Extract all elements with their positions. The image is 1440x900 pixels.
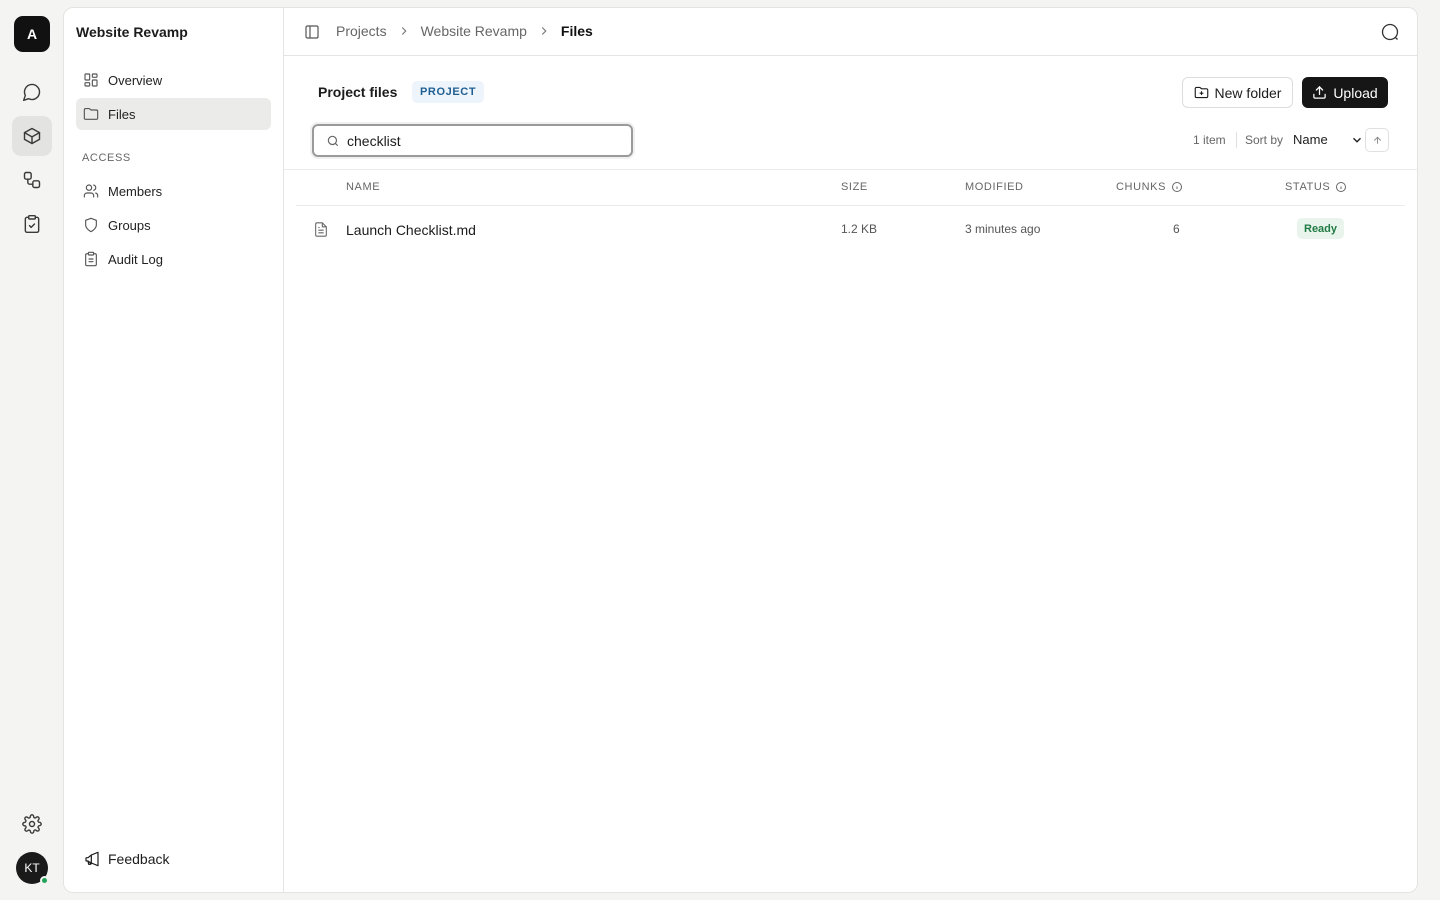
scope-badge: PROJECT [412, 81, 485, 103]
breadcrumb: Projects Website Revamp Files [336, 23, 593, 39]
project-title: Website Revamp [76, 24, 188, 40]
search-icon [327, 135, 339, 146]
sidebar-item-audit-log[interactable]: Audit Log [76, 243, 271, 275]
column-header-chunks[interactable]: CHUNKS [1116, 181, 1183, 193]
upload-label: Upload [1333, 84, 1378, 101]
folder-plus-icon [1194, 86, 1208, 99]
breadcrumb-projects[interactable]: Projects [336, 23, 387, 39]
sort-label: Sort by [1245, 133, 1284, 147]
clipboard-check-icon [24, 214, 40, 234]
file-modified: 3 minutes ago [965, 222, 1041, 236]
chevron-right-icon [401, 27, 407, 35]
new-folder-label: New folder [1214, 84, 1282, 101]
content-area: Projects Website Revamp Files Project fi… [284, 8, 1417, 892]
projects-nav-button[interactable] [12, 116, 52, 156]
chevron-down-icon [1352, 137, 1361, 143]
top-bar: Projects Website Revamp Files [284, 8, 1417, 56]
clipboard-icon [85, 251, 97, 267]
online-status-dot [40, 876, 49, 885]
icon-rail: A KT [0, 0, 64, 900]
main-panel: Website Revamp Overview Files ACCESS Mem… [63, 7, 1418, 893]
workspace-logo[interactable]: A [14, 16, 50, 52]
column-header-size[interactable]: SIZE [841, 181, 868, 193]
table-top-divider [284, 169, 1417, 170]
file-size: 1.2 KB [841, 222, 878, 236]
box-icon [23, 127, 41, 145]
gear-icon [22, 814, 42, 834]
sidebar-item-label: Audit Log [108, 251, 163, 267]
chat-nav-button[interactable] [12, 72, 52, 112]
megaphone-icon [85, 851, 99, 867]
chat-button[interactable] [1380, 22, 1400, 42]
search-input[interactable] [347, 132, 607, 149]
info-icon[interactable] [1335, 181, 1347, 193]
file-chunks: 6 [1173, 222, 1180, 236]
page-title: Project files [318, 84, 398, 100]
sort-select[interactable]: Name [1293, 132, 1364, 147]
search-field[interactable] [312, 124, 633, 157]
sidebar-item-label: Members [108, 183, 163, 199]
info-icon[interactable] [1171, 181, 1183, 193]
arrow-up-icon [1373, 136, 1381, 144]
message-icon [22, 83, 41, 102]
sort-direction-button[interactable] [1365, 128, 1389, 152]
status-badge: Ready [1297, 218, 1345, 239]
sidebar-item-overview[interactable]: Overview [76, 64, 271, 96]
project-sidebar: Website Revamp Overview Files ACCESS Mem… [64, 8, 284, 892]
sidebar-item-groups[interactable]: Groups [76, 209, 271, 241]
sort-value: Name [1293, 132, 1328, 147]
folder-icon [83, 108, 99, 120]
settings-button[interactable] [12, 804, 52, 844]
new-folder-button[interactable]: New folder [1182, 77, 1293, 108]
workflows-nav-button[interactable] [12, 160, 52, 200]
sidebar-item-label: Files [108, 106, 136, 122]
grid-icon [84, 73, 98, 87]
header-divider [296, 205, 1405, 206]
upload-icon [1313, 85, 1327, 99]
file-text-icon [313, 221, 329, 238]
breadcrumb-project[interactable]: Website Revamp [421, 23, 527, 39]
message-circle-icon [1381, 23, 1399, 41]
feedback-label: Feedback [108, 851, 170, 867]
feedback-button[interactable]: Feedback [84, 851, 169, 867]
toolbar-divider [1236, 132, 1237, 148]
column-header-status[interactable]: STATUS [1285, 181, 1347, 193]
tasks-nav-button[interactable] [12, 204, 52, 244]
panel-left-icon [305, 25, 319, 39]
shield-icon [85, 217, 97, 233]
chevron-right-icon [541, 27, 547, 35]
column-header-modified[interactable]: MODIFIED [965, 181, 1024, 193]
sidebar-item-label: Groups [108, 217, 151, 233]
sidebar-item-members[interactable]: Members [76, 175, 271, 207]
sidebar-item-label: Overview [108, 72, 163, 88]
breadcrumb-current: Files [560, 23, 593, 39]
item-count: 1 item [1193, 133, 1226, 147]
access-section-label: ACCESS [82, 152, 131, 164]
users-icon [83, 184, 99, 198]
workflow-icon [23, 171, 41, 189]
upload-button[interactable]: Upload [1302, 77, 1388, 108]
column-header-name[interactable]: NAME [346, 181, 380, 193]
file-name[interactable]: Launch Checklist.md [346, 222, 476, 238]
sidebar-item-files[interactable]: Files [76, 98, 271, 130]
sidebar-toggle-button[interactable] [304, 24, 320, 40]
